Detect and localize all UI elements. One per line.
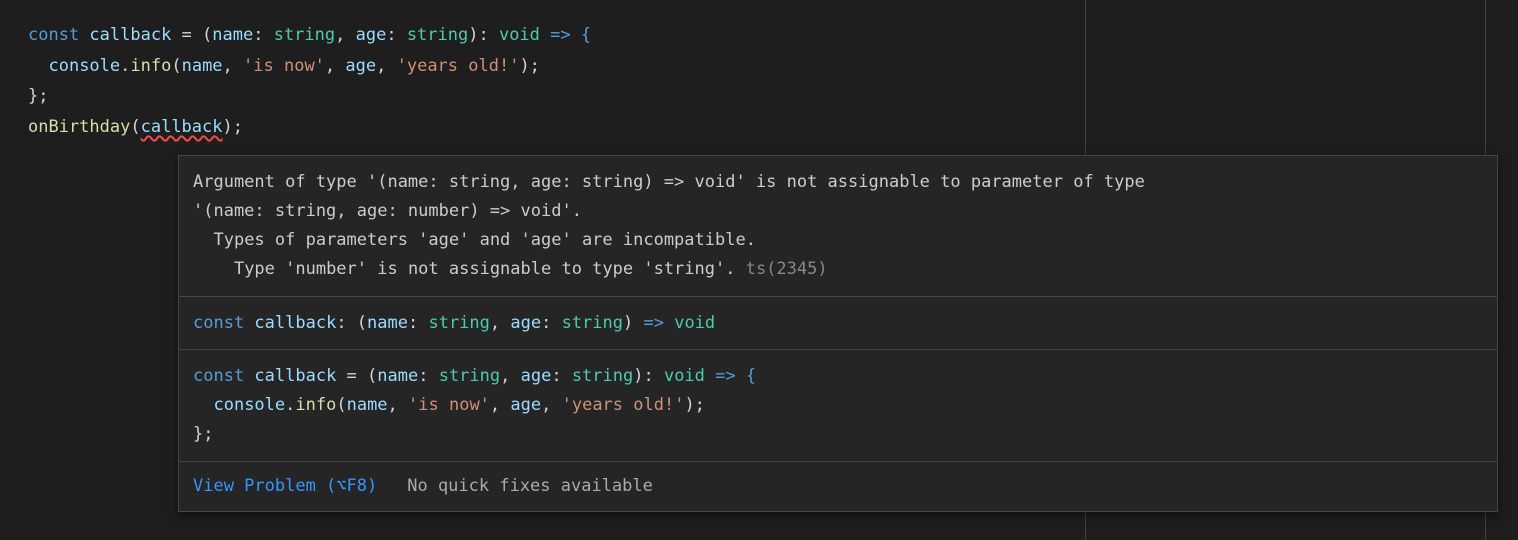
error-message-section: Argument of type '(name: string, age: st… xyxy=(179,156,1497,297)
signature-section: const callback: (name: string, age: stri… xyxy=(179,297,1497,351)
code-line-1: const callback = (name: string, age: str… xyxy=(28,20,1518,51)
error-line-4: Type 'number' is not assignable to type … xyxy=(193,255,1483,284)
hover-footer: View Problem (⌥F8) No quick fixes availa… xyxy=(179,462,1497,511)
definition-section: const callback = (name: string, age: str… xyxy=(179,350,1497,462)
error-token[interactable]: callback xyxy=(141,117,223,137)
code-editor[interactable]: const callback = (name: string, age: str… xyxy=(0,0,1518,142)
error-code: ts(2345) xyxy=(735,259,827,279)
error-line-2: '(name: string, age: number) => void'. xyxy=(193,197,1483,226)
code-line-3: }; xyxy=(28,81,1518,112)
error-line-1: Argument of type '(name: string, age: st… xyxy=(193,168,1483,197)
error-line-3: Types of parameters 'age' and 'age' are … xyxy=(193,226,1483,255)
code-line-4: onBirthday(callback); xyxy=(28,112,1518,143)
hover-tooltip: Argument of type '(name: string, age: st… xyxy=(178,155,1498,512)
no-quick-fix-label: No quick fixes available xyxy=(407,472,653,501)
view-problem-link[interactable]: View Problem (⌥F8) xyxy=(193,472,377,501)
code-line-2: console.info(name, 'is now', age, 'years… xyxy=(28,51,1518,82)
